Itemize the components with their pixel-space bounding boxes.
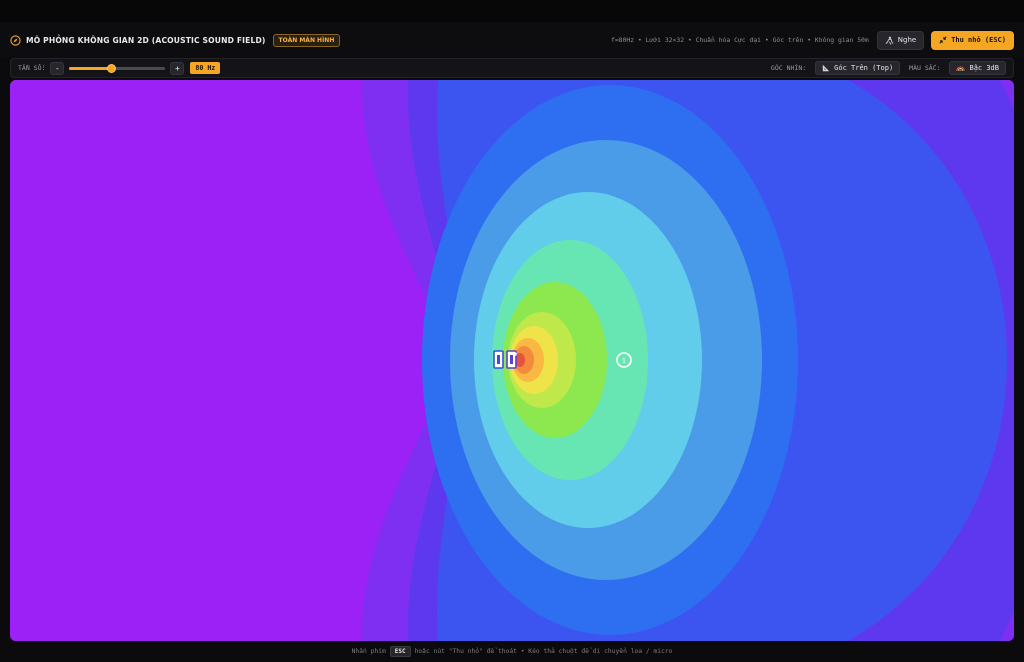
- frequency-slider-handle[interactable]: [107, 63, 117, 73]
- footer-suffix: hoặc nút "Thu nhỏ" để thoát • Kéo thả ch…: [414, 648, 673, 655]
- footer-prefix: Nhấn phím: [351, 648, 386, 655]
- controls-toolbar: TẦN SỐ: - + 80 Hz GÓC NHÌN: Góc Trên (To…: [10, 58, 1014, 78]
- view-select[interactable]: Góc Trên (Top): [815, 61, 901, 75]
- speaker-marker: [513, 352, 517, 356]
- compass-icon: [10, 34, 21, 46]
- color-scale-value: Bậc 3dB: [969, 64, 999, 72]
- frequency-label: TẦN SỐ:: [18, 64, 46, 72]
- microphone-label: 1: [622, 357, 626, 365]
- esc-key: ESC: [389, 646, 411, 657]
- color-scale-select[interactable]: Bậc 3dB: [949, 61, 1006, 75]
- sound-field-canvas[interactable]: 1: [10, 80, 1014, 641]
- listener-icon: [885, 36, 894, 45]
- frequency-slider-fill: [69, 67, 112, 70]
- field-bands: [361, 80, 1014, 641]
- simulation-info: f=80Hz • Lưới 32×32 • Chuẩn hóa Cực đại …: [610, 36, 869, 44]
- frequency-decrease-button[interactable]: -: [50, 61, 65, 75]
- color-label: MÀU SẮC:: [909, 64, 941, 72]
- frequency-value: 80 Hz: [190, 62, 221, 74]
- header-bar: MÔ PHỎNG KHÔNG GIAN 2D (ACOUSTIC SOUND F…: [0, 22, 1024, 58]
- window-top-strip: [0, 0, 1024, 22]
- page-title: MÔ PHỎNG KHÔNG GIAN 2D (ACOUSTIC SOUND F…: [26, 35, 266, 45]
- frequency-increase-button[interactable]: +: [170, 61, 185, 75]
- shrink-button[interactable]: Thu nhỏ (ESC): [931, 30, 1014, 50]
- view-label: GÓC NHÌN:: [770, 64, 807, 72]
- sound-field-heatmap: 1: [10, 80, 1014, 641]
- speaker-left[interactable]: [493, 350, 504, 369]
- set-square-icon: [822, 64, 830, 72]
- view-value: Góc Trên (Top): [834, 64, 894, 72]
- listen-button[interactable]: Nghe: [876, 30, 925, 50]
- frequency-slider[interactable]: [69, 62, 166, 74]
- footer-hint: Nhấn phím ESC hoặc nút "Thu nhỏ" để thoá…: [0, 641, 1024, 662]
- shrink-label: Thu nhỏ (ESC): [951, 36, 1006, 44]
- listen-label: Nghe: [897, 36, 917, 44]
- rainbow-icon: [956, 65, 966, 71]
- minimize-icon: [939, 36, 947, 44]
- fullscreen-badge: TOÀN MÀN HÌNH: [272, 33, 341, 47]
